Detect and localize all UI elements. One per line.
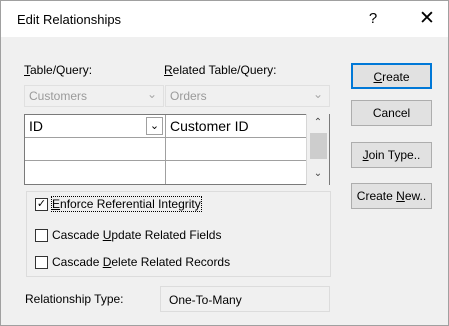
edit-relationships-dialog: Edit Relationships ? ✕ Table/Query: Rela… [0, 0, 449, 326]
field-mapping-grid: ID ⌄ Customer ID [24, 114, 330, 185]
create-button-label: Create [373, 70, 410, 84]
help-button[interactable]: ? [361, 7, 385, 31]
chevron-down-icon[interactable]: ⌄ [146, 117, 163, 135]
cancel-button[interactable]: Cancel [351, 100, 432, 126]
related-table-query-label-rest: elated Table/Query: [172, 63, 277, 77]
create-new-button-label: Create New.. [356, 189, 427, 203]
checkmark-icon[interactable]: ✓ [35, 197, 48, 211]
grid-cell-right-1[interactable]: Customer ID [166, 115, 307, 138]
grid-cell-right-3[interactable] [166, 161, 307, 184]
grid-cell-text: Customer ID [170, 118, 249, 134]
scroll-thumb[interactable] [310, 133, 327, 159]
grid-cell-left-1[interactable]: ID ⌄ [25, 115, 166, 138]
table-query-label: Table/Query: [24, 63, 93, 77]
grid-vertical-scrollbar[interactable]: ⌃ ⌄ [306, 114, 329, 185]
related-table-query-label: Related Table/Query: [164, 63, 277, 77]
enforce-integrity-checkbox[interactable]: ✓ Enforce Referential Integrity [35, 196, 202, 212]
relationship-type-value: One-To-Many [169, 293, 242, 307]
table-query-label-rest: able/Query: [30, 63, 93, 77]
arrow-down-icon[interactable]: ⌄ [307, 165, 329, 183]
grid-cell-left-2[interactable] [25, 138, 166, 161]
grid-cell-right-2[interactable] [166, 138, 307, 161]
dialog-title: Edit Relationships [17, 12, 122, 27]
close-button[interactable]: ✕ [413, 7, 441, 31]
relationship-type-label: Relationship Type: [25, 292, 124, 306]
chevron-down-icon: ⌄ [146, 87, 157, 101]
cascade-delete-label: Cascade Delete Related Records [52, 255, 231, 269]
grid-cell-left-3[interactable] [25, 161, 166, 184]
cascade-update-checkbox[interactable]: Cascade Update Related Fields [35, 228, 221, 242]
table-query-combo[interactable]: Customers ⌄ [24, 85, 164, 107]
create-button[interactable]: Create [351, 63, 432, 89]
checkbox-box[interactable] [35, 255, 48, 269]
grid-cell-text: ID [29, 118, 43, 134]
related-table-query-combo[interactable]: Orders ⌄ [165, 85, 330, 107]
chevron-down-icon: ⌄ [312, 87, 323, 101]
enforce-integrity-label: Enforce Referential Integrity [51, 196, 202, 212]
cancel-button-label: Cancel [372, 106, 411, 120]
related-table-query-value: Orders [170, 89, 207, 103]
checkbox-box[interactable] [35, 228, 48, 242]
relationship-type-value-box: One-To-Many [160, 286, 330, 312]
table-query-value: Customers [29, 89, 88, 103]
cascade-update-label: Cascade Update Related Fields [52, 228, 222, 242]
arrow-up-icon[interactable]: ⌃ [307, 114, 329, 132]
join-type-button-label: Join Type.. [362, 148, 421, 162]
title-bar: Edit Relationships ? ✕ [1, 1, 448, 37]
create-new-button[interactable]: Create New.. [351, 183, 432, 209]
join-type-button[interactable]: Join Type.. [351, 142, 432, 168]
cascade-delete-checkbox[interactable]: Cascade Delete Related Records [35, 255, 230, 269]
